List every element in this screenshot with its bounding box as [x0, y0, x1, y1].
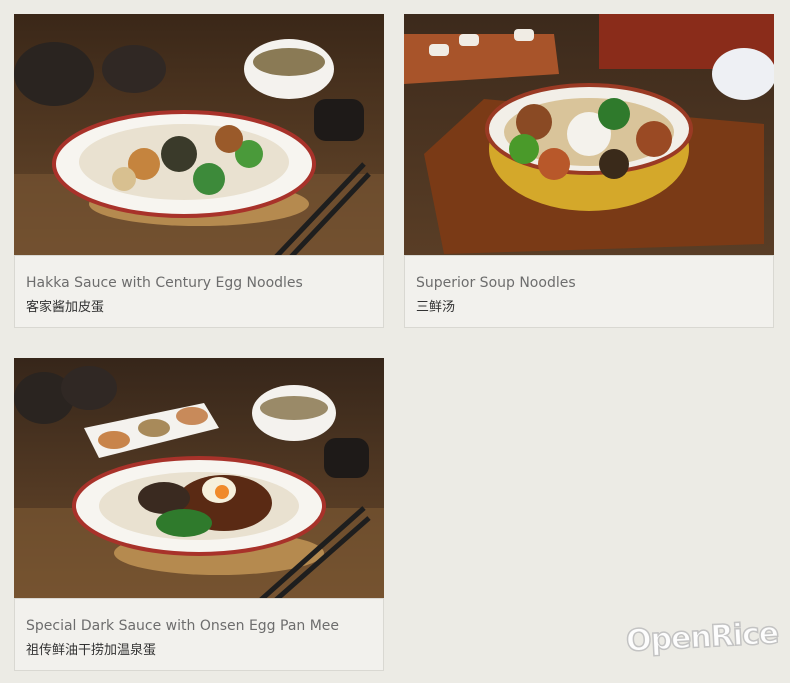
- menu-item-card-pan-mee[interactable]: Special Dark Sauce with Onsen Egg Pan Me…: [14, 598, 384, 671]
- dish-photo-pan-mee[interactable]: [14, 358, 384, 606]
- dish-photo-hakka-noodles[interactable]: [14, 14, 384, 262]
- dish-photo-superior-soup[interactable]: [404, 14, 774, 262]
- dish-chinese-name: 客家酱加皮蛋: [26, 300, 105, 315]
- dish-title: Hakka Sauce with Century Egg Noodles: [26, 275, 303, 291]
- dish-title: Special Dark Sauce with Onsen Egg Pan Me…: [26, 618, 340, 634]
- dish-chinese-name: 三鲜汤: [416, 300, 456, 315]
- dish-chinese-name: 祖传鲜油干捞加温泉蛋: [26, 643, 157, 658]
- dish-title: Superior Soup Noodles: [416, 275, 576, 291]
- menu-item-card-superior-soup[interactable]: Superior Soup Noodles 三鲜汤: [404, 255, 774, 328]
- menu-item-card-hakka-noodles[interactable]: Hakka Sauce with Century Egg Noodles 客家酱…: [14, 255, 384, 328]
- openrice-watermark: OpenRice: [624, 615, 779, 659]
